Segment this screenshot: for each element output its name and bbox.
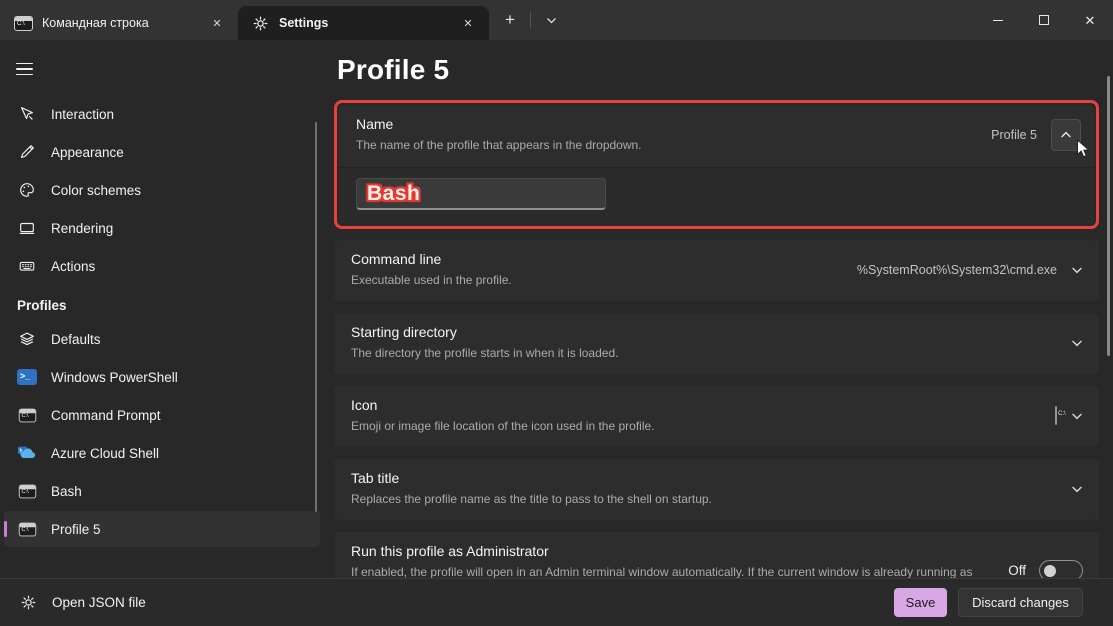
setting-label: Icon bbox=[351, 397, 1043, 413]
azure-cloud-icon bbox=[17, 443, 37, 463]
profile-icon-preview bbox=[1055, 407, 1057, 425]
sidebar-item-azure-cloud-shell[interactable]: Azure Cloud Shell bbox=[4, 435, 320, 471]
tab-command-prompt[interactable]: Командная строка ✕ bbox=[2, 6, 238, 40]
profile-name-input[interactable]: Bash bbox=[356, 178, 606, 210]
setting-description: Emoji or image file location of the icon… bbox=[351, 418, 1043, 435]
icon-setting-card[interactable]: Icon Emoji or image file location of the… bbox=[334, 386, 1099, 447]
name-setting-card: Name The name of the profile that appear… bbox=[339, 105, 1094, 224]
sidebar-item-rendering[interactable]: Rendering bbox=[4, 210, 320, 246]
setting-label: Name bbox=[356, 116, 979, 132]
tab-title-setting-card[interactable]: Tab title Replaces the profile name as t… bbox=[334, 459, 1099, 520]
minimize-button[interactable] bbox=[975, 0, 1021, 40]
setting-label: Command line bbox=[351, 251, 845, 267]
open-json-file-label: Open JSON file bbox=[52, 595, 146, 610]
chevron-down-icon[interactable] bbox=[1071, 410, 1083, 422]
close-window-button[interactable]: ✕ bbox=[1067, 0, 1113, 40]
cmd-icon bbox=[14, 16, 33, 31]
tab-settings[interactable]: Settings ✕ bbox=[238, 6, 489, 40]
sidebar-item-actions[interactable]: Actions bbox=[4, 248, 320, 284]
settings-sidebar: Interaction Appearance bbox=[0, 40, 332, 578]
setting-description: The name of the profile that appears in … bbox=[356, 137, 979, 154]
setting-value: %SystemRoot%\System32\cmd.exe bbox=[857, 263, 1057, 277]
save-button[interactable]: Save bbox=[894, 588, 947, 617]
monitor-icon bbox=[17, 218, 37, 238]
windows-terminal-settings-window: Командная строка ✕ Settings ✕ + ✕ bbox=[0, 0, 1113, 626]
setting-label: Tab title bbox=[351, 470, 1059, 486]
sidebar-item-command-prompt[interactable]: Command Prompt bbox=[4, 397, 320, 433]
settings-content: Profile 5 Name The name of the profile t… bbox=[332, 40, 1113, 578]
titlebar: Командная строка ✕ Settings ✕ + ✕ bbox=[0, 0, 1113, 40]
content-scrollbar[interactable] bbox=[1107, 76, 1110, 356]
typed-text-annotation: Bash bbox=[367, 182, 420, 206]
setting-description: The directory the profile starts in when… bbox=[351, 345, 1059, 362]
name-expander-header[interactable]: Name The name of the profile that appear… bbox=[339, 105, 1094, 168]
setting-label: Run this profile as Administrator bbox=[351, 543, 996, 559]
footer-bar: Open JSON file Save Discard changes bbox=[0, 578, 1113, 626]
sidebar-item-color-schemes[interactable]: Color schemes bbox=[4, 172, 320, 208]
page-title: Profile 5 bbox=[337, 54, 1099, 86]
pen-icon bbox=[17, 142, 37, 162]
sidebar-item-label: Interaction bbox=[51, 107, 114, 122]
sidebar-item-label: Profile 5 bbox=[51, 522, 101, 537]
maximize-button[interactable] bbox=[1021, 0, 1067, 40]
setting-value: Profile 5 bbox=[991, 128, 1037, 142]
mouse-cursor bbox=[1076, 139, 1091, 160]
setting-description: Executable used in the profile. bbox=[351, 272, 845, 289]
sidebar-item-appearance[interactable]: Appearance bbox=[4, 134, 320, 170]
gear-icon bbox=[18, 593, 38, 613]
sidebar-item-bash[interactable]: Bash bbox=[4, 473, 320, 509]
open-json-file-button[interactable]: Open JSON file bbox=[16, 593, 146, 613]
sidebar-item-label: Command Prompt bbox=[51, 408, 161, 423]
tab-label: Settings bbox=[279, 16, 448, 30]
sidebar-item-label: Azure Cloud Shell bbox=[51, 446, 159, 461]
chevron-down-icon[interactable] bbox=[1071, 337, 1083, 349]
cmd-icon bbox=[17, 405, 37, 425]
sidebar-item-interaction[interactable]: Interaction bbox=[4, 96, 320, 132]
close-tab-icon[interactable]: ✕ bbox=[457, 12, 479, 34]
sidebar-item-label: Bash bbox=[51, 484, 82, 499]
toggle-knob bbox=[1044, 565, 1056, 577]
name-expander-body: Bash bbox=[339, 168, 1094, 224]
sidebar-item-label: Rendering bbox=[51, 221, 113, 236]
new-tab-button[interactable]: + bbox=[495, 6, 525, 34]
keyboard-icon bbox=[17, 256, 37, 276]
command-line-setting-card[interactable]: Command line Executable used in the prof… bbox=[334, 240, 1099, 301]
tab-label: Командная строка bbox=[42, 16, 197, 30]
sidebar-item-label: Color schemes bbox=[51, 183, 141, 198]
sidebar-item-label: Windows PowerShell bbox=[51, 370, 178, 385]
profiles-section-header: Profiles bbox=[17, 298, 332, 313]
divider bbox=[530, 12, 531, 28]
hamburger-menu-button[interactable] bbox=[8, 52, 46, 86]
cursor-click-icon bbox=[17, 104, 37, 124]
annotation-highlight-box: Name The name of the profile that appear… bbox=[334, 100, 1099, 229]
toggle-state-label: Off bbox=[1008, 563, 1026, 578]
cmd-icon bbox=[17, 481, 37, 501]
sidebar-item-windows-powershell[interactable]: >_ Windows PowerShell bbox=[4, 359, 320, 395]
sidebar-scrollbar[interactable] bbox=[315, 122, 317, 512]
sidebar-item-label: Defaults bbox=[51, 332, 101, 347]
layers-icon bbox=[17, 329, 37, 349]
setting-description: Replaces the profile name as the title t… bbox=[351, 491, 1059, 508]
powershell-icon: >_ bbox=[17, 367, 37, 387]
close-tab-icon[interactable]: ✕ bbox=[206, 12, 228, 34]
chevron-down-icon[interactable] bbox=[1071, 264, 1083, 276]
palette-icon bbox=[17, 180, 37, 200]
tab-dropdown-button[interactable] bbox=[536, 6, 566, 34]
sidebar-item-defaults[interactable]: Defaults bbox=[4, 321, 320, 357]
sidebar-item-profile-5[interactable]: Profile 5 bbox=[4, 511, 320, 547]
chevron-down-icon[interactable] bbox=[1071, 483, 1083, 495]
starting-directory-setting-card[interactable]: Starting directory The directory the pro… bbox=[334, 313, 1099, 374]
sidebar-item-label: Actions bbox=[51, 259, 95, 274]
discard-changes-button[interactable]: Discard changes bbox=[958, 588, 1083, 617]
sidebar-item-label: Appearance bbox=[51, 145, 124, 160]
gear-icon bbox=[250, 13, 270, 33]
setting-label: Starting directory bbox=[351, 324, 1059, 340]
cmd-icon bbox=[17, 519, 37, 539]
